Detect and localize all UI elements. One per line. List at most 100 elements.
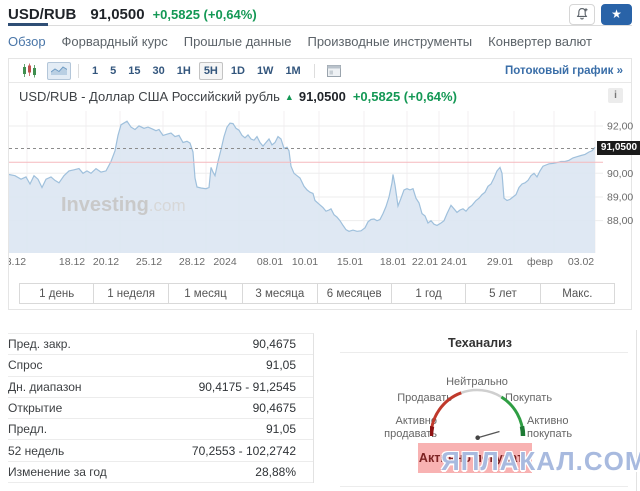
stats-label: Спрос: [8, 358, 43, 372]
stats-row: Предл. 91,05: [8, 419, 313, 440]
stats-label: 52 недель: [8, 444, 64, 458]
interval-1d[interactable]: 1D: [227, 63, 249, 79]
gauge-label-active-sell: Активно продавать: [340, 415, 437, 441]
tab-форвардный-курс[interactable]: Форвардный курс: [62, 34, 168, 49]
interval-5[interactable]: 5: [106, 63, 120, 79]
gauge-label-active-sell-line2: продавать: [340, 428, 437, 441]
range-buttons: 1 день1 неделя1 месяц3 месяца6 месяцев1 …: [19, 283, 615, 304]
range-1-день[interactable]: 1 день: [20, 284, 94, 303]
stats-row: Изменение за год 28,88%: [8, 462, 313, 483]
chart-title: USD/RUB - Доллар США Российский рубль: [19, 89, 280, 104]
stats-row: Дн. диапазон90,4175 - 91,2545: [8, 377, 313, 398]
stats-label: Предл.: [8, 422, 47, 436]
investing-watermark-bold: Investing: [61, 194, 149, 216]
range-6-месяцев[interactable]: 6 месяцев: [318, 284, 392, 303]
svg-text:18.12: 18.12: [59, 256, 85, 268]
watchlist-star-button[interactable]: ★: [601, 4, 632, 25]
stats-row: Пред. закр. 90,4675: [8, 334, 313, 355]
stats-value: 90,4175 - 91,2545: [199, 380, 313, 394]
gauge-dial: [430, 386, 526, 444]
gauge-pivot: [475, 435, 480, 440]
tech-divider-top: [340, 352, 628, 353]
stats-row: Спрос91,05: [8, 355, 313, 376]
toolbar-separator: [78, 64, 79, 78]
tab-прошлые-данные[interactable]: Прошлые данные: [184, 34, 292, 49]
chart-card: 1515301H5H1D1W1M Потоковый график » USD/…: [8, 58, 632, 310]
tab-конвертер-валют[interactable]: Конвертер валют: [488, 34, 592, 49]
price-chart-canvas[interactable]: 92,0090,0089,0088,00: [9, 107, 633, 255]
interval-buttons: 1515301H5H1D1W1M: [86, 62, 307, 80]
page: USD/RUB 91,0500 +0,5825 (+0,64%) ★ Обзор…: [0, 0, 640, 491]
price-change: +0,5825 (+0,64%): [153, 7, 257, 22]
star-icon: ★: [611, 7, 622, 21]
svg-text:18.01: 18.01: [380, 256, 406, 268]
gauge-label-active-buy: Активно покупать: [527, 415, 572, 441]
tech-analysis-title: Теханализ: [340, 336, 620, 350]
svg-text:2024: 2024: [213, 256, 237, 268]
gauge-label-active-sell-line1: Активно: [340, 415, 437, 428]
svg-text:15.01: 15.01: [337, 256, 363, 268]
candlestick-chart-icon[interactable]: [17, 62, 41, 80]
gauge-needle: [478, 432, 500, 438]
current-price-badge: 91,0500: [597, 141, 640, 155]
interval-1[interactable]: 1: [88, 63, 102, 79]
stats-row: Открытие 90,4675: [8, 398, 313, 419]
up-arrow-icon: ▲: [285, 92, 294, 102]
interval-30[interactable]: 30: [149, 63, 169, 79]
candlestick-glyph: [22, 63, 37, 78]
interval-5h[interactable]: 5H: [199, 62, 223, 80]
svg-text:22.01: 22.01: [412, 256, 438, 268]
symbol-title: USD/RUB: [8, 6, 76, 23]
stats-label: Изменение за год: [8, 465, 107, 479]
svg-text:92,00: 92,00: [607, 120, 633, 132]
svg-text:90,00: 90,00: [607, 168, 633, 180]
stats-value: 70,2553 - 102,2742: [192, 444, 313, 458]
stats-label: Открытие: [8, 401, 62, 415]
range-5-лет[interactable]: 5 лет: [466, 284, 540, 303]
range-1-месяц[interactable]: 1 месяц: [169, 284, 243, 303]
area-chart-icon[interactable]: [47, 62, 71, 80]
header-divider: [8, 25, 632, 26]
compare-calendar-icon[interactable]: [322, 62, 346, 80]
streaming-chart-link[interactable]: Потоковый график »: [505, 65, 623, 77]
tab-обзор[interactable]: Обзор: [8, 34, 46, 49]
svg-text:08.01: 08.01: [257, 256, 283, 268]
interval-15[interactable]: 15: [124, 63, 144, 79]
interval-1m[interactable]: 1M: [281, 63, 304, 79]
stats-value: 90,4675: [253, 401, 313, 415]
last-price: 91,0500: [90, 6, 144, 23]
svg-text:10.01: 10.01: [292, 256, 318, 268]
stats-value: 90,4675: [253, 337, 313, 351]
stats-value: 91,05: [266, 422, 313, 436]
svg-text:февр: февр: [527, 256, 553, 268]
svg-text:28.12: 28.12: [179, 256, 205, 268]
svg-text:25.12: 25.12: [136, 256, 162, 268]
range-3-месяца[interactable]: 3 месяца: [243, 284, 317, 303]
x-axis-labels: 13.1218.1220.1225.1228.12202408.0110.011…: [9, 255, 633, 269]
info-icon[interactable]: i: [608, 88, 623, 103]
site-watermark: ЯПЛАКАЛ.COM: [441, 446, 640, 477]
alert-bell-button[interactable]: [569, 4, 595, 25]
stats-table: Пред. закр.90,4675Спрос91,05Дн. диапазон…: [8, 333, 314, 483]
interval-1h[interactable]: 1H: [173, 63, 195, 79]
stats-label: Пред. закр.: [8, 337, 71, 351]
tabs: Обзор Форвардный курс Прошлые данные Произв…: [8, 34, 592, 49]
interval-1w[interactable]: 1W: [253, 63, 278, 79]
stats-value: 28,88%: [255, 465, 313, 479]
tab-производные-инструменты[interactable]: Производные инструменты: [307, 34, 472, 49]
chart-price: 91,0500: [299, 89, 346, 104]
range-1-год[interactable]: 1 год: [392, 284, 466, 303]
instrument-header: USD/RUB 91,0500 +0,5825 (+0,64%) ★: [8, 4, 632, 24]
range-макс[interactable]: Макс.: [541, 284, 614, 303]
gauge-label-active-buy-line1: Активно: [527, 415, 572, 428]
bell-plus-icon: [575, 7, 589, 21]
investing-watermark-light: .com: [149, 196, 186, 215]
gauge-label-active-buy-line2: покупать: [527, 428, 572, 441]
svg-text:89,00: 89,00: [607, 191, 633, 203]
svg-text:20.12: 20.12: [93, 256, 119, 268]
range-1-неделя[interactable]: 1 неделя: [94, 284, 168, 303]
stats-row: 52 недель 70,2553 - 102,2742: [8, 440, 313, 461]
chart-change: +0,5825 (+0,64%): [353, 89, 457, 104]
svg-text:29.01: 29.01: [487, 256, 513, 268]
investing-watermark: Investing.com: [61, 194, 186, 217]
